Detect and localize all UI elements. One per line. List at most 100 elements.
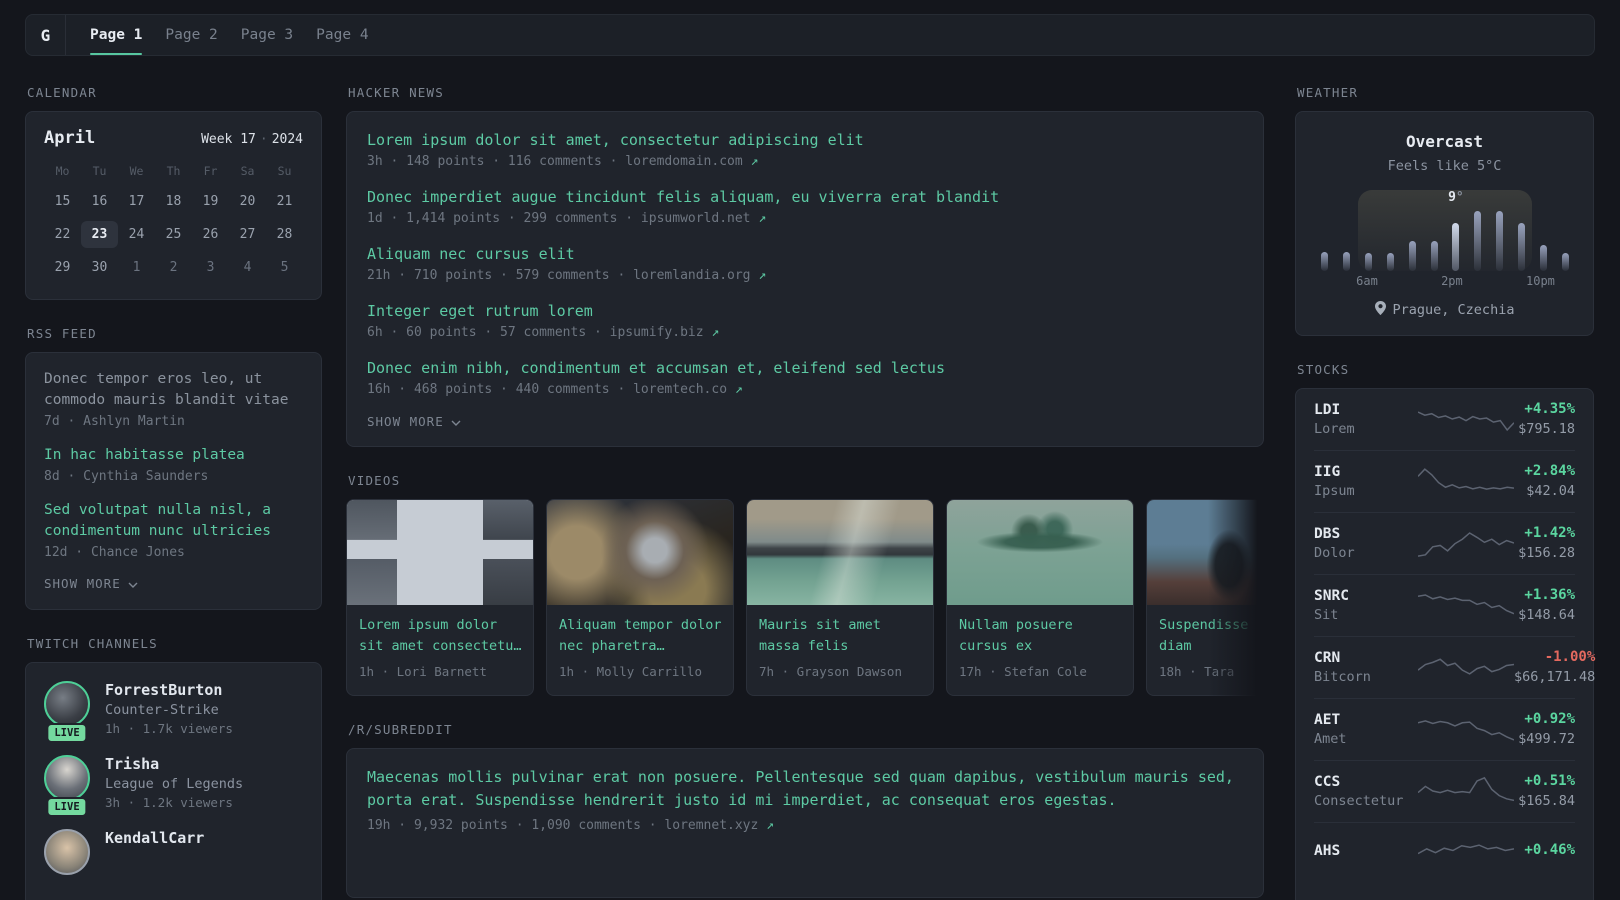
stock-sparkline xyxy=(1418,712,1514,746)
weather-bar xyxy=(1532,210,1554,271)
tab-page-1[interactable]: Page 1 xyxy=(90,15,143,55)
video-title[interactable]: nec pharetra… xyxy=(559,636,721,657)
videos-carousel[interactable]: Lorem ipsum dolor sit amet consectetu… 1… xyxy=(346,499,1264,696)
chevron-down-icon xyxy=(451,414,461,429)
video-thumbnail[interactable] xyxy=(747,500,933,605)
twitch-channel-name[interactable]: Trisha xyxy=(105,755,243,773)
stocks-section: STOCKS LDI Lorem +4.35% $795.18 IIG Ipsu… xyxy=(1295,362,1595,900)
hackernews-show-more-button[interactable]: SHOW MORE xyxy=(367,414,1243,429)
external-link-icon[interactable]: ↗ xyxy=(751,154,759,169)
calendar-month: April xyxy=(44,128,96,148)
video-title[interactable]: diam xyxy=(1159,636,1264,657)
tab-page-2[interactable]: Page 2 xyxy=(165,15,217,55)
hackernews-item[interactable]: Lorem ipsum dolor sit amet, consectetur … xyxy=(367,129,1243,169)
external-link-icon[interactable]: ↗ xyxy=(758,268,766,283)
tab-page-3[interactable]: Page 3 xyxy=(241,15,293,55)
calendar-date: 29 xyxy=(54,260,71,275)
stock-change: +0.92% xyxy=(1524,711,1575,727)
stock-row: AHS +0.46% xyxy=(1314,822,1575,882)
calendar-date-selected: 23 xyxy=(81,221,118,248)
tab-page-4[interactable]: Page 4 xyxy=(316,15,368,55)
rss-widget: Donec tempor eros leo, ut commodo mauris… xyxy=(25,352,322,610)
twitch-section: TWITCH CHANNELS LIVE ForrestBurton Count… xyxy=(25,636,322,900)
rss-item[interactable]: In hac habitasse platea 8d · Cynthia Sau… xyxy=(44,445,303,484)
weekday-label: We xyxy=(129,164,144,178)
video-title[interactable]: Nullam posuere xyxy=(959,615,1121,636)
subreddit-post-title[interactable]: Maecenas mollis pulvinar erat non posuer… xyxy=(367,766,1243,812)
meta-text: 6h · 60 points · 57 comments · ipsumify.… xyxy=(367,325,704,340)
twitch-avatar-wrap: LIVE xyxy=(44,681,90,743)
subreddit-section: /R/SUBREDDIT Maecenas mollis pulvinar er… xyxy=(346,722,1264,898)
rss-item-title[interactable]: Sed volutpat nulla nisl, a condimentum n… xyxy=(44,500,303,542)
hackernews-item-title[interactable]: Integer eget rutrum lorem xyxy=(367,300,1243,322)
video-thumbnail[interactable] xyxy=(547,500,733,605)
video-thumbnail[interactable] xyxy=(947,500,1133,605)
subreddit-post[interactable]: Maecenas mollis pulvinar erat non posuer… xyxy=(367,766,1243,833)
calendar-header: April Week 17 · 2024 xyxy=(44,128,303,148)
rss-item[interactable]: Sed volutpat nulla nisl, a condimentum n… xyxy=(44,500,303,560)
stock-sparkline xyxy=(1418,402,1514,436)
video-card[interactable]: Nullam posuere cursus ex 17h · Stefan Co… xyxy=(946,499,1134,696)
stock-price: $165.84 xyxy=(1518,793,1575,809)
twitch-channel-row[interactable]: LIVE ForrestBurton Counter-Strike 1h · 1… xyxy=(44,681,303,743)
twitch-widget: LIVE ForrestBurton Counter-Strike 1h · 1… xyxy=(25,662,322,900)
hackernews-item[interactable]: Donec imperdiet augue tincidunt felis al… xyxy=(367,186,1243,226)
hackernews-item[interactable]: Donec enim nibh, condimentum et accumsan… xyxy=(367,357,1243,397)
calendar-week-year: Week 17 · 2024 xyxy=(201,132,303,147)
rss-item-title[interactable]: Donec tempor eros leo, ut commodo mauris… xyxy=(44,369,303,411)
videos-section-label: VIDEOS xyxy=(348,473,401,488)
stock-values: +1.36% $148.64 xyxy=(1514,587,1575,623)
hackernews-item-title[interactable]: Aliquam nec cursus elit xyxy=(367,243,1243,265)
calendar-date-next-month: 1 xyxy=(132,260,141,275)
subreddit-section-label: /R/SUBREDDIT xyxy=(348,722,453,737)
video-card[interactable]: Suspendisse diam 18h · Tara xyxy=(1146,499,1264,696)
video-card[interactable]: Lorem ipsum dolor sit amet consectetu… 1… xyxy=(346,499,534,696)
hackernews-item-meta: 3h · 148 points · 116 comments · loremdo… xyxy=(367,154,1243,169)
hackernews-item-title[interactable]: Donec imperdiet augue tincidunt felis al… xyxy=(367,186,1243,208)
external-link-icon[interactable]: ↗ xyxy=(758,211,766,226)
weather-bar xyxy=(1379,210,1401,271)
weather-bars xyxy=(1314,210,1576,271)
video-title[interactable]: Lorem ipsum dolor xyxy=(359,615,521,636)
video-title[interactable]: Aliquam tempor dolor xyxy=(559,615,721,636)
external-link-icon[interactable]: ↗ xyxy=(711,325,719,340)
external-link-icon[interactable]: ↗ xyxy=(766,818,774,833)
twitch-channel-row[interactable]: LIVE Trisha League of Legends 3h · 1.2k … xyxy=(44,755,303,817)
twitch-channel-name[interactable]: KendallCarr xyxy=(105,829,204,847)
stocks-widget: LDI Lorem +4.35% $795.18 IIG Ipsum +2.84… xyxy=(1295,388,1595,900)
hackernews-item[interactable]: Integer eget rutrum lorem 6h · 60 points… xyxy=(367,300,1243,340)
video-card[interactable]: Aliquam tempor dolor nec pharetra… 1h · … xyxy=(546,499,734,696)
video-title[interactable]: Mauris sit amet xyxy=(759,615,921,636)
hackernews-item-title[interactable]: Donec enim nibh, condimentum et accumsan… xyxy=(367,357,1243,379)
video-title[interactable]: massa felis xyxy=(759,636,921,657)
video-title[interactable]: Suspendisse xyxy=(1159,615,1264,636)
video-title[interactable]: cursus ex xyxy=(959,636,1121,657)
app-logo[interactable]: G xyxy=(26,15,66,55)
twitch-channel-row[interactable]: KendallCarr xyxy=(44,829,303,875)
twitch-channel-name[interactable]: ForrestBurton xyxy=(105,681,233,699)
weather-widget: Overcast Feels like 5°C 9° 6am 2pm 10pm Pr… xyxy=(1295,111,1594,336)
stock-name: Amet xyxy=(1314,730,1347,747)
rss-item-title[interactable]: In hac habitasse platea xyxy=(44,445,303,466)
stock-change: +1.36% xyxy=(1524,587,1575,603)
video-card[interactable]: Mauris sit amet massa felis 7h · Grayson… xyxy=(746,499,934,696)
rss-show-more-button[interactable]: SHOW MORE xyxy=(44,576,303,591)
subreddit-post-meta: 19h · 9,932 points · 1,090 comments · lo… xyxy=(367,818,1243,833)
external-link-icon[interactable]: ↗ xyxy=(735,382,743,397)
calendar-date: 19 xyxy=(202,194,219,209)
video-thumbnail[interactable] xyxy=(347,500,533,605)
hackernews-section-label: HACKER NEWS xyxy=(348,85,444,100)
stock-name: Dolor xyxy=(1314,544,1355,561)
stock-symbol: SNRC xyxy=(1314,587,1349,604)
stock-values: +0.92% $499.72 xyxy=(1514,711,1575,747)
stock-identity: DBS Dolor xyxy=(1314,526,1418,561)
hackernews-item-title[interactable]: Lorem ipsum dolor sit amet, consectetur … xyxy=(367,129,1243,151)
calendar-date: 21 xyxy=(276,194,293,209)
stock-symbol: AHS xyxy=(1314,842,1341,859)
rss-item[interactable]: Donec tempor eros leo, ut commodo mauris… xyxy=(44,369,303,429)
top-navigation-bar: G Page 1 Page 2 Page 3 Page 4 xyxy=(25,14,1595,56)
video-thumbnail[interactable] xyxy=(1147,500,1264,605)
video-title[interactable]: sit amet consectetu… xyxy=(359,636,521,657)
calendar-date: 25 xyxy=(165,227,182,242)
hackernews-item[interactable]: Aliquam nec cursus elit 21h · 710 points… xyxy=(367,243,1243,283)
